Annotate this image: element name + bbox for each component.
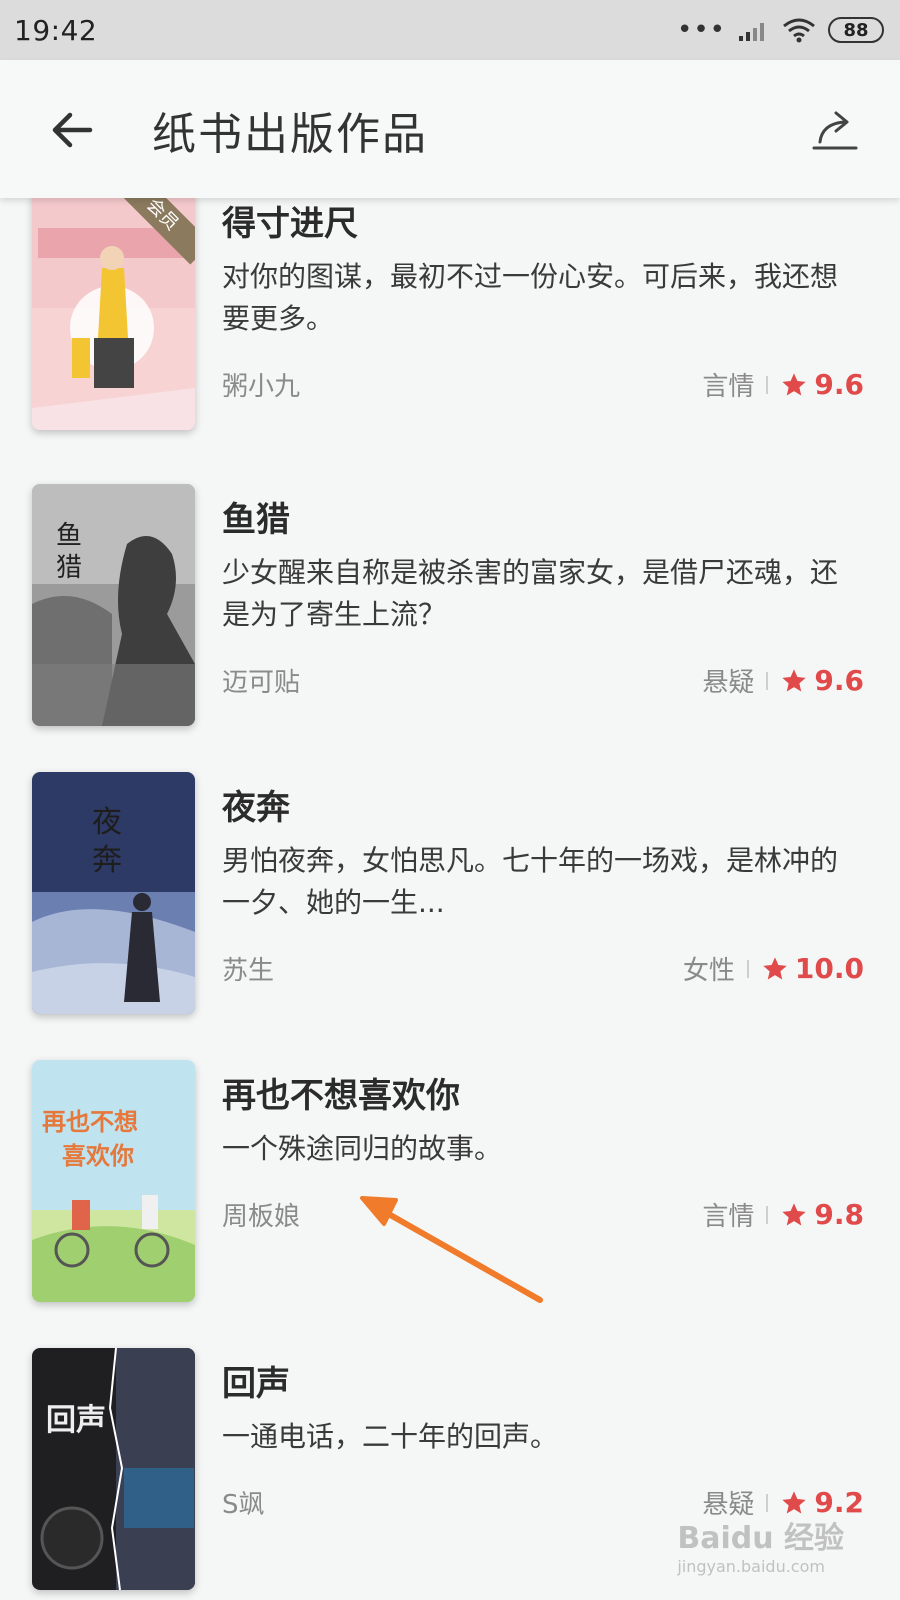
divider	[766, 375, 769, 394]
cover-image: 鱼 猎	[32, 484, 195, 726]
book-desc: 一个殊途同归的故事。	[222, 1132, 503, 1165]
share-icon[interactable]	[810, 104, 862, 156]
status-time: 19:42	[14, 13, 98, 47]
book-cover[interactable]: 再也不想 喜欢你	[32, 1060, 195, 1302]
book-meta: 悬疑 9.6	[702, 662, 864, 699]
app-header: 纸书出版作品	[0, 60, 900, 198]
book-author: 粥小九	[222, 372, 301, 402]
book-score: 9.8	[814, 1198, 864, 1231]
svg-text:鱼: 鱼	[56, 521, 82, 551]
book-title: 得寸进尺	[222, 204, 358, 244]
watermark-brand: Baidu 经验	[677, 1521, 844, 1556]
book-score: 9.6	[814, 368, 864, 401]
cover-image: 再也不想 喜欢你	[32, 1060, 195, 1302]
star-icon	[782, 1202, 807, 1225]
book-title: 回声	[222, 1364, 290, 1404]
watermark-url: jingyan.baidu.com	[677, 1557, 825, 1576]
book-score: 10.0	[794, 952, 864, 985]
page-title: 纸书出版作品	[152, 109, 428, 160]
book-title: 夜奔	[222, 788, 290, 828]
list-item[interactable]: 会员 得寸进尺 对你的图谋，最初不过一份心安。可后来，我还想要更多。 粥小九 言…	[0, 198, 900, 448]
list-item[interactable]: 再也不想 喜欢你 再也不想喜欢你 一个殊途同归的故事。 周板娘 言情 9.8	[0, 1060, 900, 1320]
book-genre: 女性	[682, 956, 735, 986]
star-icon	[782, 372, 807, 395]
book-meta: 女性 10.0	[683, 950, 864, 987]
book-author: 周板娘	[222, 1202, 301, 1232]
divider	[766, 1493, 769, 1512]
book-meta: 言情 9.8	[702, 1196, 864, 1233]
svg-text:猎: 猎	[56, 553, 82, 583]
cover-image: 夜 奔	[32, 772, 195, 1014]
divider	[746, 959, 749, 978]
book-genre: 言情	[702, 1202, 755, 1232]
book-desc: 少女醒来自称是被杀害的富家女，是借尸还魂，还是为了寄生上流？	[222, 556, 839, 631]
book-title: 鱼猎	[222, 500, 290, 540]
svg-text:再也不想: 再也不想	[42, 1108, 138, 1136]
svg-text:回声: 回声	[46, 1403, 106, 1438]
svg-text:奔: 奔	[92, 843, 122, 878]
battery-icon: 88	[828, 17, 884, 43]
book-score: 9.6	[814, 664, 864, 697]
book-cover[interactable]: 回声	[32, 1348, 195, 1590]
book-genre: 言情	[702, 372, 755, 402]
divider	[766, 671, 769, 690]
book-genre: 悬疑	[702, 668, 755, 698]
book-author: S飒	[222, 1490, 265, 1520]
watermark: Baidu 经验 jingyan.baidu.com	[677, 1513, 844, 1576]
cover-image: 回声	[32, 1348, 195, 1590]
book-meta: 言情 9.6	[702, 366, 864, 403]
book-title: 再也不想喜欢你	[222, 1076, 460, 1116]
book-author: 迈可贴	[222, 668, 301, 698]
status-bar: 19:42 ••• 88	[0, 0, 900, 60]
wifi-icon	[783, 18, 815, 43]
book-desc: 一通电话，二十年的回声。	[222, 1420, 559, 1453]
divider	[766, 1205, 769, 1224]
svg-text:喜欢你: 喜欢你	[62, 1142, 134, 1170]
book-desc: 男怕夜奔，女怕思凡。七十年的一场戏，是林冲的一夕、她的一生...	[222, 844, 839, 919]
back-arrow-icon[interactable]	[46, 104, 98, 156]
star-icon	[763, 956, 787, 979]
list-item[interactable]: 夜 奔 夜奔 男怕夜奔，女怕思凡。七十年的一场戏，是林冲的一夕、她的一生... …	[0, 772, 900, 1032]
svg-text:夜: 夜	[92, 805, 122, 840]
book-author: 苏生	[222, 956, 275, 986]
book-desc: 对你的图谋，最初不过一份心安。可后来，我还想要更多。	[222, 260, 839, 335]
book-list: 会员 得寸进尺 对你的图谋，最初不过一份心安。可后来，我还想要更多。 粥小九 言…	[0, 198, 900, 1600]
star-icon	[782, 668, 807, 691]
more-dots-icon: •••	[676, 15, 726, 45]
book-cover[interactable]: 鱼 猎	[32, 484, 195, 726]
battery-level: 88	[843, 19, 869, 41]
signal-icon	[739, 23, 764, 41]
book-cover[interactable]: 夜 奔	[32, 772, 195, 1014]
status-icons: ••• 88	[677, 17, 884, 43]
list-item[interactable]: 鱼 猎 鱼猎 少女醒来自称是被杀害的富家女，是借尸还魂，还是为了寄生上流？ 迈可…	[0, 484, 900, 744]
book-cover[interactable]: 会员	[32, 198, 195, 430]
